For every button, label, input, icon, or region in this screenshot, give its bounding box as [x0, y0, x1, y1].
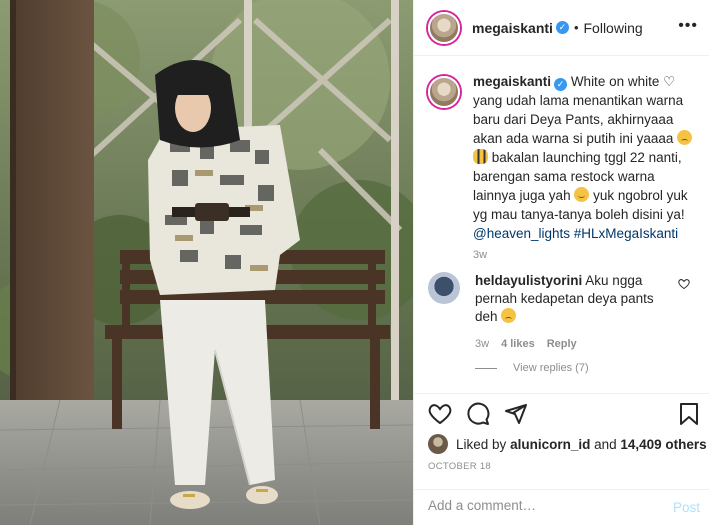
heart-icon[interactable]	[428, 402, 452, 426]
author-avatar[interactable]	[428, 11, 460, 44]
share-icon[interactable]	[504, 402, 528, 426]
post-photo-image	[0, 0, 413, 525]
more-icon[interactable]: •••	[678, 17, 698, 35]
following-button[interactable]: Following	[584, 20, 643, 36]
white-heart-emoji: ♡	[663, 74, 676, 89]
commenter-username[interactable]: heldayulistyorini	[475, 273, 582, 288]
comment-meta: 3w 4 likes Reply	[475, 338, 698, 350]
smile-emoji	[574, 187, 590, 202]
caption-part-1: White on white	[570, 74, 660, 89]
likes-prefix: Liked by	[456, 436, 507, 452]
view-replies[interactable]: View replies (7)	[475, 362, 589, 374]
post-header: megaiskanti ✓ • Following •••	[414, 0, 709, 56]
mention-link[interactable]: @heaven_lights	[473, 226, 570, 241]
caption-username[interactable]: megaiskanti	[473, 74, 551, 89]
author-username[interactable]: megaiskanti	[472, 20, 553, 36]
action-bar	[428, 402, 528, 426]
sad-face-emoji	[677, 130, 693, 145]
reply-button[interactable]: Reply	[547, 338, 577, 350]
caption-avatar[interactable]	[428, 76, 460, 108]
liker-avatar[interactable]	[428, 434, 448, 454]
replies-divider	[475, 367, 497, 369]
post-actions-section: Liked by alunicorn_id and 14,409 others …	[414, 393, 709, 472]
liker-username[interactable]: alunicorn_id	[510, 437, 590, 452]
comment-time[interactable]: 3w	[475, 338, 489, 350]
bee-emoji	[473, 149, 488, 164]
caption-time[interactable]: 3w	[473, 249, 698, 261]
post-button[interactable]: Post	[673, 500, 700, 515]
view-replies-label[interactable]: View replies (7)	[513, 362, 589, 374]
comment-input[interactable]	[428, 498, 648, 513]
likes-and: and	[594, 436, 617, 452]
post-caption: megaiskanti ✓ White on white ♡ yang udah …	[428, 72, 698, 261]
comment-heart-icon[interactable]	[678, 278, 690, 290]
likes-summary: Liked by alunicorn_id and 14,409 others	[428, 434, 707, 454]
caption-part-2: yang udah lama menantikan warna baru dar…	[473, 93, 684, 146]
post-date[interactable]: OCTOBER 18	[428, 461, 491, 472]
caption-text: megaiskanti ✓ White on white ♡ yang udah …	[473, 72, 698, 243]
bookmark-icon[interactable]	[678, 402, 700, 426]
post-detail-panel: megaiskanti ✓ • Following ••• megaiskant…	[413, 0, 709, 525]
verified-icon: ✓	[555, 21, 569, 34]
comment-text: heldayulistyorini Aku ngga pernah kedape…	[475, 272, 675, 326]
commenter-avatar[interactable]	[428, 272, 460, 304]
comment-icon[interactable]	[466, 402, 490, 426]
header-separator: •	[573, 20, 579, 35]
comment-likes[interactable]: 4 likes	[501, 338, 535, 350]
sad-face-emoji	[501, 308, 517, 323]
post-photo[interactable]	[0, 0, 413, 525]
verified-icon: ✓	[554, 78, 568, 91]
bookmark-button[interactable]	[678, 402, 700, 426]
hashtag-link[interactable]: #HLxMegaIskanti	[574, 226, 678, 241]
likes-count[interactable]: 14,409 others	[620, 437, 706, 452]
add-comment-bar: Post	[414, 489, 709, 525]
comment-item: heldayulistyorini Aku ngga pernah kedape…	[428, 272, 698, 350]
